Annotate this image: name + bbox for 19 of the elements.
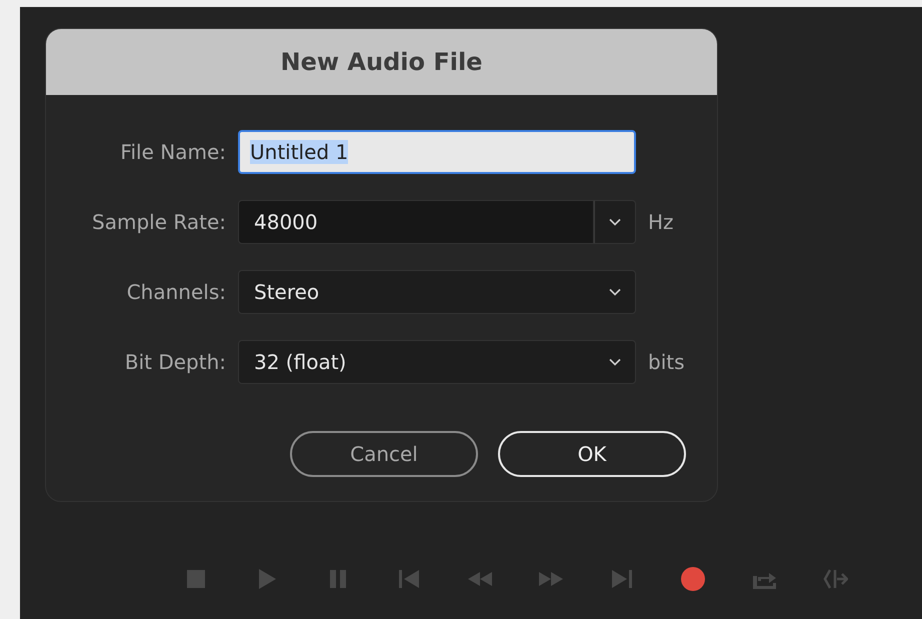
dropdown-field[interactable]: 32 (float): [238, 340, 636, 384]
field-label: Sample Rate:: [91, 210, 226, 234]
chevron-down-icon: [609, 218, 621, 226]
unit-label: Hz: [648, 210, 675, 234]
cancel-button[interactable]: Cancel: [290, 431, 478, 477]
record-icon[interactable]: [680, 566, 706, 592]
dialog-title: New Audio File: [280, 48, 482, 76]
file-name-field[interactable]: Untitled 1: [238, 130, 636, 174]
field-label: Bit Depth:: [124, 350, 226, 374]
combo-field[interactable]: 48000: [238, 200, 594, 244]
field-label: File Name:: [119, 140, 226, 164]
field-label: Channels:: [126, 280, 226, 304]
chevron-down-icon: [609, 358, 621, 366]
field-value: Untitled 1: [250, 140, 348, 164]
dropdown-field[interactable]: Stereo: [238, 270, 636, 314]
chevron-down-icon: [609, 288, 621, 296]
ok-button[interactable]: OK: [498, 431, 686, 477]
dropdown-button[interactable]: [594, 200, 636, 244]
unit-label: bits: [648, 350, 686, 374]
